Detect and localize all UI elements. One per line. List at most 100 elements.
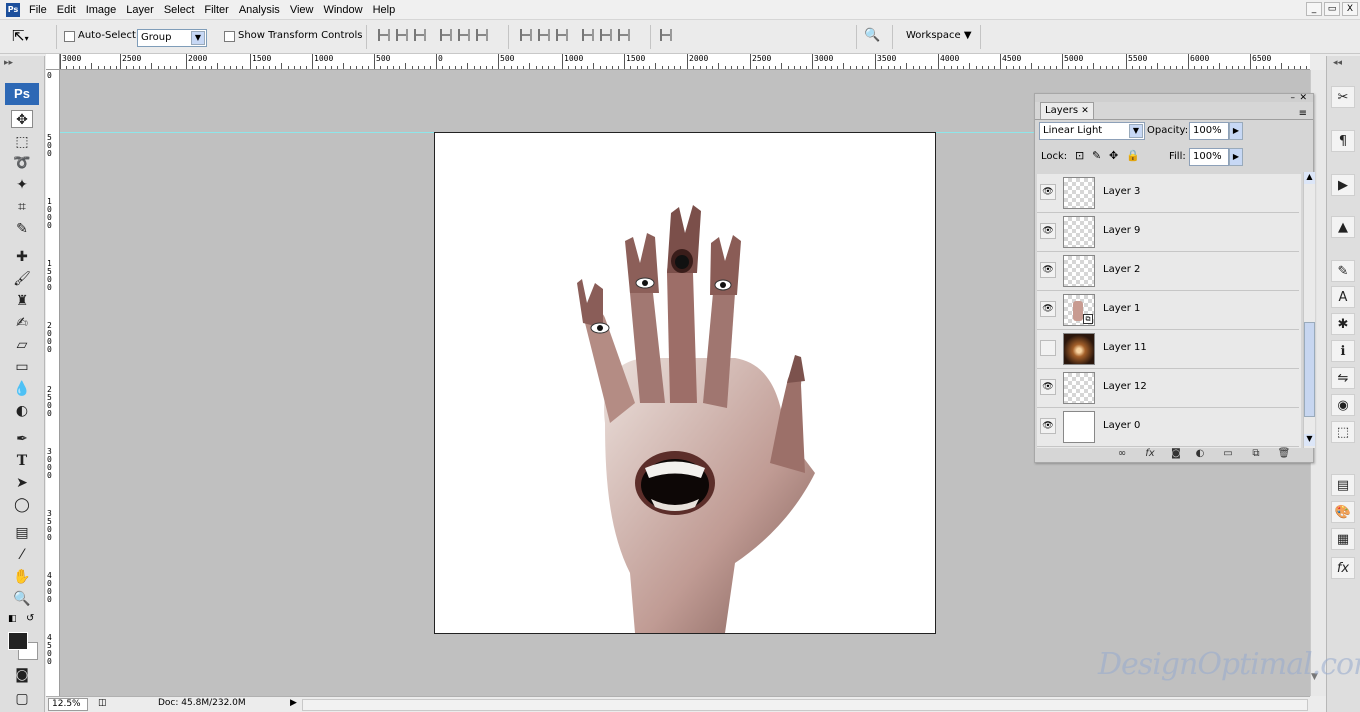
distribute-hcenter-icon[interactable] (600, 29, 612, 41)
restore-button[interactable]: ▭ (1324, 2, 1340, 16)
layer-comps-dock-icon[interactable]: ▤ (1331, 474, 1355, 496)
close-button[interactable]: X (1342, 2, 1358, 16)
fill-slider-arrow-icon[interactable]: ▶ (1229, 148, 1243, 166)
path-selection-tool-icon[interactable]: ➤ (11, 474, 33, 492)
photoshop-app-icon[interactable]: Ps (6, 2, 20, 17)
magic-wand-tool-icon[interactable]: ✦ (11, 176, 33, 194)
styles-dock-icon[interactable]: ◉ (1331, 394, 1355, 416)
menu-window[interactable]: Window (318, 4, 367, 16)
brushes-dock-icon[interactable]: ✎ (1331, 260, 1355, 282)
visibility-eye-icon[interactable]: 👁 (1040, 184, 1056, 200)
character-dock-icon[interactable]: A (1331, 286, 1355, 308)
add-mask-icon[interactable]: ◙ (1169, 447, 1183, 461)
layer-row[interactable]: 👁 Layer 2 (1037, 252, 1299, 291)
align-right-icon[interactable] (476, 29, 488, 41)
crop-tool-icon[interactable]: ⌗ (11, 198, 33, 216)
layer-row[interactable]: 👁 Layer 9 (1037, 213, 1299, 252)
document-canvas[interactable] (434, 132, 936, 634)
hand-tool-icon[interactable]: ✋ (11, 568, 33, 586)
lock-all-icon[interactable]: 🔒 (1126, 149, 1140, 162)
paragraph-dock-icon[interactable]: ¶ (1331, 130, 1355, 152)
color-dock-icon[interactable]: 🎨 (1331, 501, 1355, 523)
history-brush-tool-icon[interactable]: ✍ (11, 314, 33, 332)
panel-menu-icon[interactable]: ≡ (1299, 108, 1307, 119)
new-group-icon[interactable]: ▭ (1221, 447, 1235, 461)
auto-align-icon[interactable] (660, 29, 672, 41)
ellipse-tool-icon[interactable]: ◯ (11, 496, 33, 514)
transform-dock-icon[interactable]: ⬚ (1331, 421, 1355, 443)
layer-row[interactable]: 👁 ⧉ Layer 1 (1037, 291, 1299, 330)
vertical-ruler[interactable]: 0 500 1000 1500 2000 2500 3000 3500 4000 4500 (46, 70, 60, 696)
eraser-tool-icon[interactable]: ▱ (11, 336, 33, 354)
scroll-down-arrow-icon[interactable]: ▼ (1304, 434, 1315, 446)
layer-row[interactable]: Layer 11 (1037, 330, 1299, 369)
adjustment-layer-icon[interactable]: ◐ (1193, 447, 1207, 461)
auto-select-dropdown[interactable]: Group ▼ (137, 29, 207, 47)
layer-row[interactable]: 👁 Layer 3 (1037, 174, 1299, 213)
visibility-eye-icon[interactable]: 👁 (1040, 262, 1056, 278)
clone-source-dock-icon[interactable]: ⇋ (1331, 367, 1355, 389)
fx-dock-icon[interactable]: fx (1331, 557, 1355, 579)
minimize-button[interactable]: _ (1306, 2, 1322, 16)
menu-image[interactable]: Image (81, 4, 122, 16)
opacity-slider-arrow-icon[interactable]: ▶ (1229, 122, 1243, 140)
pen-tool-icon[interactable]: ✒ (11, 430, 33, 448)
new-layer-icon[interactable]: ⧉ (1249, 447, 1263, 461)
move-tool-icon[interactable]: ✥ (11, 110, 33, 128)
blur-tool-icon[interactable]: 💧 (11, 380, 33, 398)
layer-row[interactable]: 👁 Layer 0 (1037, 408, 1299, 447)
marquee-tool-icon[interactable]: ⬚ (11, 133, 33, 151)
dodge-tool-icon[interactable]: ◐ (11, 402, 33, 420)
link-layers-icon[interactable]: ∞ (1115, 447, 1129, 461)
histogram-dock-icon[interactable]: ▲ (1331, 216, 1355, 238)
panel-minimize-icon[interactable]: – (1291, 93, 1296, 103)
status-info-icon[interactable]: ◫ (98, 698, 107, 708)
lock-position-icon[interactable]: ✥ (1109, 149, 1118, 162)
swap-colors-icon[interactable]: ↺ (26, 613, 34, 624)
visibility-eye-icon[interactable]: 👁 (1040, 223, 1056, 239)
dock-expand-icon[interactable]: ◂◂ (1333, 58, 1342, 68)
brush-tool-icon[interactable]: 🖌 (11, 270, 33, 288)
type-tool-icon[interactable]: T (11, 452, 33, 470)
workspace-button[interactable]: Workspace ▼ (906, 30, 972, 41)
menu-edit[interactable]: Edit (52, 4, 81, 16)
swatches-dock-icon[interactable]: ▦ (1331, 528, 1355, 550)
menu-select[interactable]: Select (159, 4, 200, 16)
lock-transparent-icon[interactable]: ⊡ (1075, 149, 1084, 162)
menu-analysis[interactable]: Analysis (234, 4, 285, 16)
tools-dock-icon[interactable]: ✂ (1331, 86, 1355, 108)
blend-mode-dropdown[interactable]: Linear Light ▼ (1039, 122, 1145, 140)
opacity-input[interactable]: 100% (1189, 122, 1229, 140)
menu-view[interactable]: View (285, 4, 319, 16)
layer-scroll-thumb[interactable] (1304, 322, 1315, 417)
move-tool-preset-icon[interactable]: ⇱▾ (12, 27, 29, 45)
align-vcenter-icon[interactable] (396, 29, 408, 41)
distribute-bottom-icon[interactable] (556, 29, 568, 41)
fill-input[interactable]: 100% (1189, 148, 1229, 166)
horizontal-ruler[interactable]: 3000 2500 2000 1500 1000 500 0 500 1000 1500 2000 2… (60, 54, 1310, 70)
panel-close-icon[interactable]: ✕ (1299, 93, 1307, 103)
actions-dock-icon[interactable]: ▶ (1331, 174, 1355, 196)
align-top-icon[interactable] (378, 29, 390, 41)
distribute-top-icon[interactable] (520, 29, 532, 41)
delete-layer-icon[interactable]: 🗑 (1277, 447, 1291, 461)
info-dock-icon[interactable]: ℹ (1331, 340, 1355, 362)
layers-tab[interactable]: Layers ✕ (1040, 102, 1094, 119)
visibility-eye-icon[interactable]: 👁 (1040, 379, 1056, 395)
lasso-tool-icon[interactable]: ➰ (11, 154, 33, 172)
menu-help[interactable]: Help (368, 4, 401, 16)
auto-select-checkbox[interactable] (64, 31, 75, 42)
ruler-corner[interactable] (46, 54, 60, 70)
align-hcenter-icon[interactable] (458, 29, 470, 41)
clone-stamp-tool-icon[interactable]: ♜ (11, 292, 33, 310)
visibility-eye-icon[interactable]: 👁 (1040, 301, 1056, 317)
align-bottom-icon[interactable] (414, 29, 426, 41)
gradient-tool-icon[interactable]: ▭ (11, 358, 33, 376)
eyedropper-tool-icon[interactable]: ✎ (11, 220, 33, 238)
healing-brush-tool-icon[interactable]: ✚ (11, 248, 33, 266)
collapse-arrows-icon[interactable]: ▸▸ (4, 58, 13, 68)
status-menu-arrow-icon[interactable]: ▶ (290, 698, 297, 708)
layer-row[interactable]: 👁 Layer 12 (1037, 369, 1299, 408)
lock-image-icon[interactable]: ✎ (1092, 149, 1101, 162)
align-left-icon[interactable] (440, 29, 452, 41)
